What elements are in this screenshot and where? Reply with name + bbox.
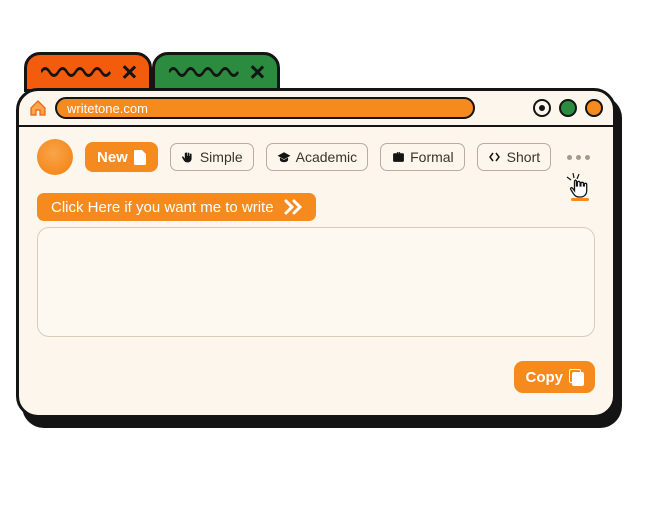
copy-icon xyxy=(569,369,583,385)
briefcase-icon xyxy=(391,150,405,164)
tone-chip-short[interactable]: Short xyxy=(477,143,551,171)
url-text: writetone.com xyxy=(67,101,148,116)
close-icon[interactable] xyxy=(121,64,137,80)
prompt-label: Click Here if you want me to write xyxy=(51,199,274,216)
copy-button[interactable]: Copy xyxy=(514,361,596,393)
tone-chip-academic[interactable]: Academic xyxy=(266,143,368,171)
toolbar: New Simple Academic Formal xyxy=(37,139,595,175)
squiggle-icon xyxy=(41,65,113,79)
app-content: New Simple Academic Formal xyxy=(19,127,613,415)
tone-chip-simple[interactable]: Simple xyxy=(170,143,254,171)
browser-tab[interactable] xyxy=(24,52,152,92)
window-maximize[interactable] xyxy=(559,99,577,117)
browser-window: writetone.com New Simple A xyxy=(16,88,616,418)
cursor-pointer-icon xyxy=(563,171,595,203)
tone-chip-formal[interactable]: Formal xyxy=(380,143,465,171)
document-icon xyxy=(134,150,146,165)
new-button-label: New xyxy=(97,149,128,166)
browser-chrome: writetone.com xyxy=(19,91,613,127)
chip-label: Formal xyxy=(410,149,454,165)
chevrons-right-icon xyxy=(284,199,306,215)
home-icon[interactable] xyxy=(29,100,47,116)
more-menu[interactable] xyxy=(567,155,590,160)
window-close[interactable] xyxy=(585,99,603,117)
copy-button-label: Copy xyxy=(526,369,564,386)
window-minimize[interactable] xyxy=(533,99,551,117)
chip-label: Short xyxy=(507,149,540,165)
chip-label: Academic xyxy=(296,149,357,165)
browser-tab[interactable] xyxy=(152,52,280,92)
output-textarea[interactable] xyxy=(37,227,595,337)
collapse-icon xyxy=(488,150,502,164)
avatar[interactable] xyxy=(37,139,73,175)
squiggle-icon xyxy=(169,65,241,79)
graduation-cap-icon xyxy=(277,150,291,164)
hand-icon xyxy=(181,150,195,164)
prompt-button[interactable]: Click Here if you want me to write xyxy=(37,193,316,221)
close-icon[interactable] xyxy=(249,64,265,80)
url-bar[interactable]: writetone.com xyxy=(55,97,475,119)
new-button[interactable]: New xyxy=(85,142,158,172)
chip-label: Simple xyxy=(200,149,243,165)
